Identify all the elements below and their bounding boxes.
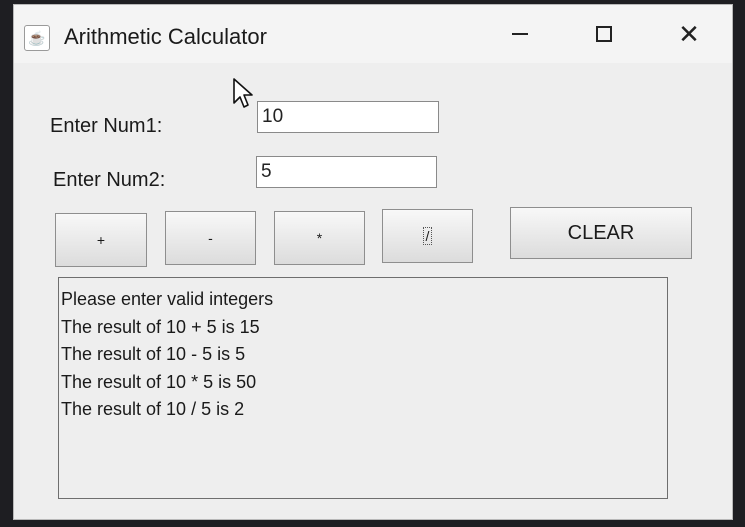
window-title: Arithmetic Calculator bbox=[64, 24, 267, 49]
minimize-button[interactable] bbox=[497, 17, 543, 51]
output-line: Please enter valid integers bbox=[61, 289, 274, 309]
subtract-button[interactable]: - bbox=[165, 211, 256, 265]
close-button[interactable]: ✕ bbox=[666, 17, 712, 51]
add-button[interactable]: + bbox=[55, 213, 147, 267]
result-output-area[interactable]: Please enter valid integers The result o… bbox=[58, 277, 668, 499]
multiply-button[interactable]: * bbox=[274, 211, 365, 265]
output-line: The result of 10 * 5 is 50 bbox=[61, 371, 257, 392]
num1-input[interactable] bbox=[257, 101, 439, 133]
calculator-window: ☕ Arithmetic Calculator ✕ Enter Num1: En… bbox=[13, 4, 733, 520]
maximize-button[interactable] bbox=[581, 17, 627, 51]
java-cup-icon: ☕ bbox=[24, 25, 50, 51]
title-bar[interactable]: ☕ Arithmetic Calculator ✕ bbox=[14, 5, 732, 63]
num2-input[interactable] bbox=[256, 156, 437, 188]
clear-button[interactable]: CLEAR bbox=[510, 207, 692, 259]
maximize-icon bbox=[596, 26, 612, 42]
minimize-icon bbox=[512, 33, 528, 35]
mouse-pointer-icon bbox=[233, 78, 253, 108]
close-icon: ✕ bbox=[678, 18, 700, 49]
num1-label: Enter Num1: bbox=[50, 115, 163, 137]
num2-label: Enter Num2: bbox=[53, 169, 166, 191]
divide-button-label: / bbox=[422, 227, 433, 245]
output-line: The result of 10 + 5 is 15 bbox=[61, 316, 260, 337]
output-line: The result of 10 - 5 is 5 bbox=[61, 344, 246, 364]
divide-button[interactable]: / bbox=[382, 209, 473, 263]
output-line: The result of 10 / 5 is 2 bbox=[61, 399, 245, 419]
